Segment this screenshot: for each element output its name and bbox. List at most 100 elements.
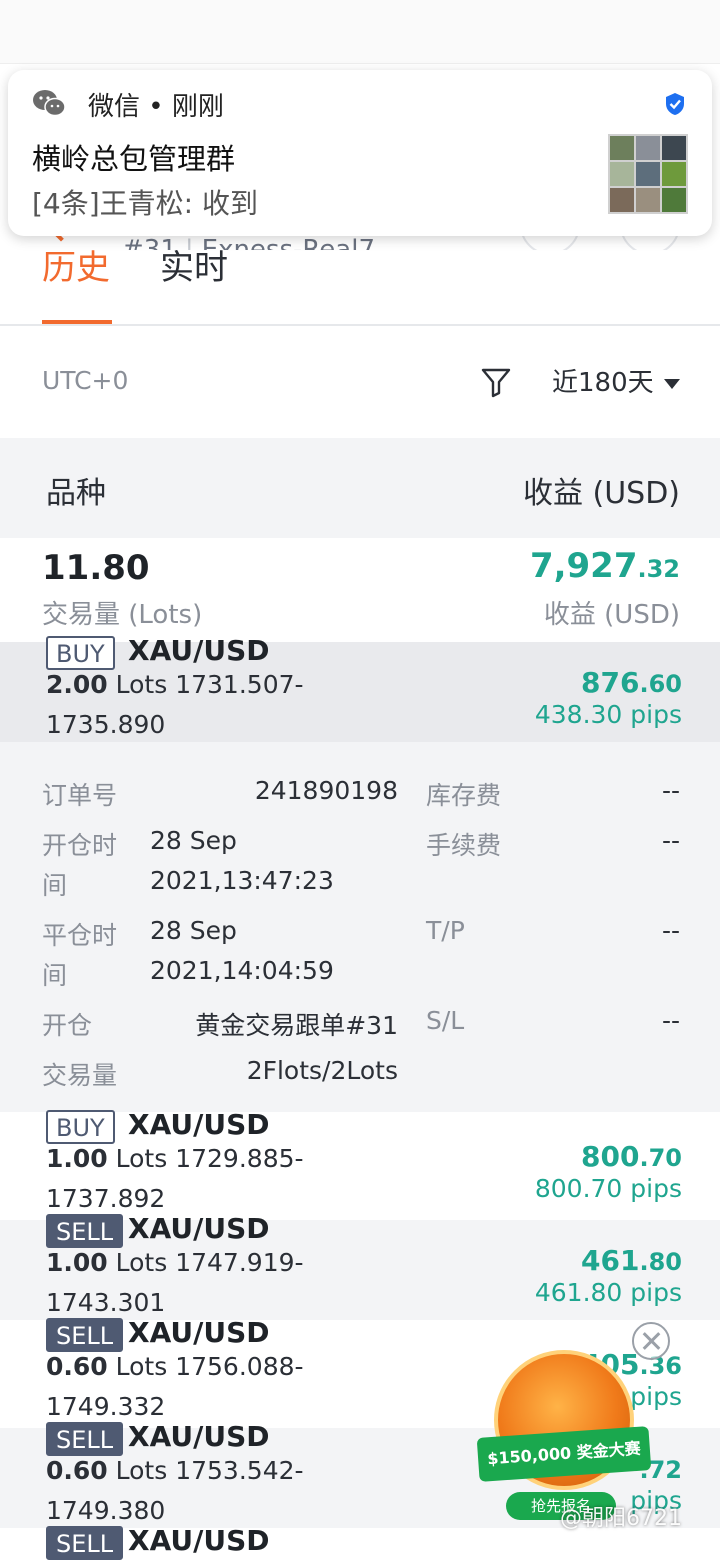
side-tag: BUY bbox=[46, 1110, 115, 1144]
trade-lots-price: 1.00 Lots 1747.919- bbox=[46, 1248, 304, 1277]
close-time-time: 2021,14:04:59 bbox=[150, 956, 334, 985]
range-dropdown[interactable]: 近180天 bbox=[552, 362, 680, 399]
trade-lots: 0.60 bbox=[46, 1456, 108, 1485]
tp-value: -- bbox=[661, 916, 680, 945]
notification-title: 横岭总包管理群 bbox=[32, 142, 236, 176]
range-value: 近180天 bbox=[552, 368, 654, 398]
close-time-date: 28 Sep bbox=[150, 916, 237, 945]
side-tag: SELL bbox=[46, 1214, 124, 1248]
detail-volume-value: 2Flots/2Lots bbox=[246, 1056, 398, 1085]
trade-row[interactable]: BUY XAU/USD 1.00 Lots 1729.885- 1737.892… bbox=[0, 1108, 720, 1220]
trade-row[interactable]: SELL XAU/USD 1.00 Lots 1747.919- 1743.30… bbox=[0, 1212, 720, 1320]
trade-lots-unit: Lots bbox=[115, 1248, 168, 1277]
trade-lots-price: 1.00 Lots 1729.885- bbox=[46, 1144, 304, 1173]
trade-profit-main: 876 bbox=[581, 666, 640, 699]
open-source-value: 黄金交易跟单#31 bbox=[195, 1011, 398, 1040]
filter-icon[interactable] bbox=[480, 366, 512, 398]
wechat-icon bbox=[33, 90, 66, 117]
watermark: @朝阳6721 bbox=[560, 1506, 682, 1531]
total-volume: 11.80 bbox=[42, 548, 150, 588]
trade-price-open: 1729.885- bbox=[175, 1144, 304, 1173]
trade-pips: 438.30 pips bbox=[534, 700, 682, 729]
trade-lots: 1.00 bbox=[46, 1248, 108, 1277]
trade-row[interactable]: SELL XAU/USD bbox=[0, 1524, 720, 1560]
verified-shield-icon bbox=[666, 93, 684, 115]
group-avatar bbox=[608, 134, 688, 214]
side-tag: SELL bbox=[46, 1526, 124, 1560]
trade-lots-price: 2.00 Lots 1731.507- bbox=[46, 670, 304, 699]
trade-lots-price: 0.60 Lots 1753.542- bbox=[46, 1456, 304, 1485]
wechat-notification[interactable]: 微信 • 刚刚 横岭总包管理群 [4条]王青松: 收到 bbox=[8, 70, 712, 236]
column-profit: 收益 (USD) bbox=[522, 476, 680, 511]
total-profit-main: 7,927 bbox=[529, 546, 638, 586]
side-tag: BUY bbox=[46, 636, 115, 670]
trade-lots: 1.00 bbox=[46, 1144, 108, 1173]
column-symbol: 品种 bbox=[46, 476, 106, 511]
close-promo-icon[interactable] bbox=[632, 1322, 670, 1360]
filter-row: UTC+0 近180天 bbox=[0, 326, 720, 438]
trade-symbol: XAU/USD bbox=[128, 1212, 270, 1245]
trade-symbol: XAU/USD bbox=[128, 1108, 270, 1141]
order-number-label: 订单号 bbox=[42, 781, 118, 810]
close-time-label: 平仓时 bbox=[42, 921, 118, 950]
total-profit-label: 收益 (USD) bbox=[543, 600, 680, 630]
trade-symbol: XAU/USD bbox=[128, 1420, 270, 1453]
active-tab-indicator bbox=[42, 320, 112, 324]
trade-pips: pips bbox=[630, 1382, 682, 1411]
trade-lots-unit: Lots bbox=[115, 1144, 168, 1173]
trade-symbol: XAU/USD bbox=[128, 1524, 270, 1557]
trade-row[interactable]: BUY XAU/USD 2.00 Lots 1731.507- 1735.890… bbox=[0, 634, 720, 742]
trade-profit: 876.60 bbox=[581, 666, 682, 699]
side-tag: SELL bbox=[46, 1318, 124, 1352]
notification-body: [4条]王青松: 收到 bbox=[32, 187, 258, 220]
trade-symbol: XAU/USD bbox=[128, 1316, 270, 1349]
trade-profit-decimal: .80 bbox=[639, 1248, 682, 1276]
trade-lots-price: 0.60 Lots 1756.088- bbox=[46, 1352, 304, 1381]
side-tag: SELL bbox=[46, 1422, 124, 1456]
trade-price-open: 1747.919- bbox=[175, 1248, 304, 1277]
trade-price-close: 1749.332 bbox=[46, 1392, 166, 1421]
tab-bar: 历史 实时 bbox=[0, 250, 720, 326]
trade-pips: 461.80 pips bbox=[534, 1278, 682, 1307]
swap-value: -- bbox=[661, 776, 680, 805]
fee-value: -- bbox=[661, 826, 680, 855]
trade-lots-unit: Lots bbox=[115, 1456, 168, 1485]
order-number-value: 241890198 bbox=[254, 776, 398, 805]
open-time-label: 开仓时 bbox=[42, 831, 118, 860]
sl-value: -- bbox=[661, 1006, 680, 1035]
trade-lots: 2.00 bbox=[46, 670, 108, 699]
notification-app-name: 微信 • 刚刚 bbox=[88, 92, 224, 122]
trade-lots-unit: Lots bbox=[115, 670, 168, 699]
summary-row: 11.80 交易量 (Lots) 7,927.32 收益 (USD) bbox=[0, 538, 720, 642]
total-volume-label: 交易量 (Lots) bbox=[42, 600, 203, 630]
trade-profit-main: 800 bbox=[581, 1140, 640, 1173]
detail-volume-label: 交易量 bbox=[42, 1061, 118, 1090]
open-time-time: 2021,13:47:23 bbox=[150, 866, 334, 895]
total-profit-decimal: .32 bbox=[637, 555, 680, 583]
table-header: 品种 收益 (USD) bbox=[0, 438, 720, 538]
open-time-label-cont: 间 bbox=[42, 871, 68, 900]
sl-label: S/L bbox=[426, 1006, 465, 1035]
trade-price-open: 1731.507- bbox=[175, 670, 304, 699]
close-time-label-cont: 间 bbox=[42, 961, 68, 990]
timezone-label: UTC+0 bbox=[42, 366, 129, 395]
open-source-label: 开仓 bbox=[42, 1011, 93, 1040]
trade-profit: 461.80 bbox=[581, 1244, 682, 1277]
trade-price-close: 1737.892 bbox=[46, 1184, 166, 1213]
open-time-date: 28 Sep bbox=[150, 826, 237, 855]
total-profit: 7,927.32 bbox=[530, 546, 680, 586]
tab-realtime[interactable]: 实时 bbox=[160, 250, 228, 289]
status-bar bbox=[0, 0, 720, 64]
trade-lots-unit: Lots bbox=[115, 1352, 168, 1381]
trade-profit-main: 461 bbox=[581, 1244, 640, 1277]
trade-price-open: 1753.542- bbox=[175, 1456, 304, 1485]
caret-down-icon bbox=[663, 378, 680, 389]
trade-price-close: 1749.380 bbox=[46, 1496, 166, 1525]
trade-detail-panel: 订单号 241890198 开仓时 间 28 Sep 2021,13:47:23… bbox=[0, 742, 720, 1112]
trade-symbol: XAU/USD bbox=[128, 634, 270, 667]
tp-label: T/P bbox=[426, 916, 465, 945]
trade-price-open: 1756.088- bbox=[175, 1352, 304, 1381]
trade-profit-decimal: .60 bbox=[639, 670, 682, 698]
tab-history[interactable]: 历史 bbox=[42, 250, 110, 289]
trade-price-close: 1735.890 bbox=[46, 710, 166, 739]
